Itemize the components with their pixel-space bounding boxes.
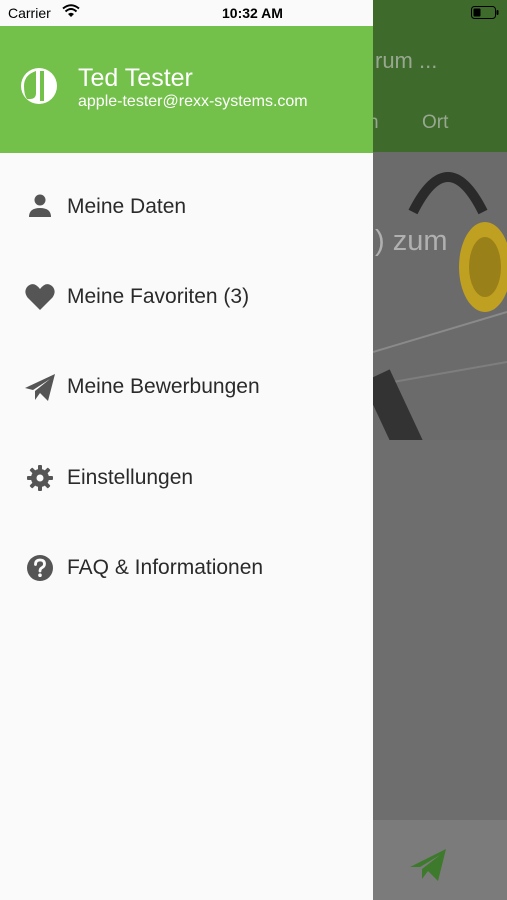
menu-item-meine-daten[interactable]: Meine Daten — [0, 176, 373, 236]
user-name: Ted Tester — [78, 64, 193, 92]
app-header-title: rum ... — [375, 48, 438, 73]
content-area — [373, 440, 507, 820]
tab-ort[interactable]: Ort — [422, 112, 448, 134]
drawer-header: Ted Tester apple-tester@rexx-systems.com — [0, 26, 373, 153]
menu-item-meine-favoriten[interactable]: Meine Favoriten (3) — [0, 266, 373, 326]
headphones-illustration — [373, 152, 507, 462]
carrier-label: Carrier — [8, 5, 51, 21]
clock: 10:32 AM — [222, 5, 283, 21]
status-bar: Carrier 10:32 AM — [0, 0, 507, 26]
menu-item-faq-informationen[interactable]: FAQ & Informationen — [0, 537, 373, 597]
gear-icon — [27, 465, 53, 491]
paper-plane-icon — [25, 374, 55, 401]
menu-label: FAQ & Informationen — [67, 556, 264, 579]
app-logo-icon — [21, 68, 57, 104]
menu-label: Einstellungen — [67, 466, 194, 489]
hero-image — [373, 152, 507, 462]
menu-label: Meine Bewerbungen — [67, 375, 260, 398]
menu-label: Meine Favoriten (3) — [67, 285, 250, 308]
help-icon — [27, 555, 53, 581]
hero-text: ) zum — [375, 225, 448, 257]
menu-label: Meine Daten — [67, 195, 187, 218]
heart-icon — [25, 284, 55, 310]
user-email: apple-tester@rexx-systems.com — [78, 93, 308, 110]
menu-item-einstellungen[interactable]: Einstellungen — [0, 447, 373, 507]
navigation-drawer: Ted Tester apple-tester@rexx-systems.com… — [0, 0, 373, 900]
battery-icon — [471, 6, 499, 19]
person-icon — [29, 194, 51, 217]
wifi-icon — [62, 4, 80, 17]
menu-item-meine-bewerbungen[interactable]: Meine Bewerbungen — [0, 356, 373, 416]
send-icon[interactable] — [408, 845, 448, 885]
